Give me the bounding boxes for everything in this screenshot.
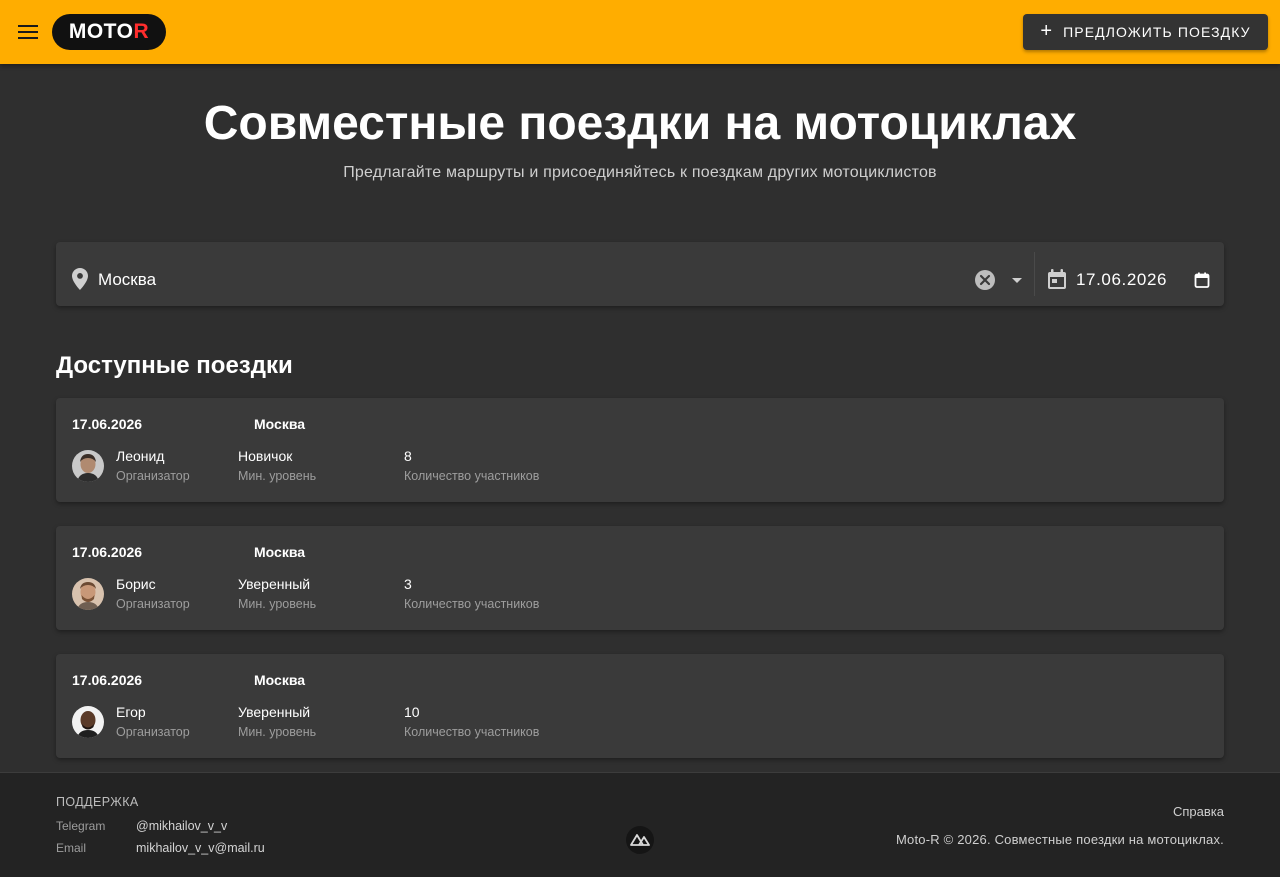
min-level-label: Мин. уровень bbox=[238, 725, 317, 739]
search-filter-bar bbox=[56, 242, 1224, 306]
trip-card[interactable]: 17.06.2026 Москва Борис Организатор Увер… bbox=[56, 526, 1224, 630]
avatar bbox=[72, 578, 104, 610]
footer: ПОДДЕРЖКА Telegram @mikhailov_v_v Email … bbox=[0, 772, 1280, 877]
clear-icon[interactable] bbox=[974, 269, 996, 291]
plus-icon: + bbox=[1040, 20, 1054, 42]
support-title: ПОДДЕРЖКА bbox=[56, 795, 139, 809]
min-level-label: Мин. уровень bbox=[238, 597, 317, 611]
calendar-icon bbox=[1048, 269, 1066, 289]
email-link[interactable]: mikhailov_v_v@mail.ru bbox=[136, 841, 265, 855]
trip-city: Москва bbox=[254, 544, 306, 560]
trip-card[interactable]: 17.06.2026 Москва Егор Организатор Увере… bbox=[56, 654, 1224, 758]
organizer-label: Организатор bbox=[116, 597, 190, 611]
participants-label: Количество участников bbox=[404, 469, 540, 483]
organizer-name: Леонид bbox=[116, 448, 165, 464]
min-level-label: Мин. уровень bbox=[238, 469, 317, 483]
trip-date: 17.06.2026 bbox=[72, 672, 143, 688]
offer-trip-button-label: ПРЕДЛОЖИТЬ ПОЕЗДКУ bbox=[1063, 24, 1251, 40]
trip-card[interactable]: 17.06.2026 Москва Леонид Организатор Нов… bbox=[56, 398, 1224, 502]
email-label: Email bbox=[56, 841, 87, 855]
copyright-text: Moto-R © 2026. Совместные поездки на мот… bbox=[896, 832, 1224, 847]
page-title: Совместные поездки на мотоциклах bbox=[203, 97, 1077, 150]
participants-count: 3 bbox=[404, 576, 412, 592]
offer-trip-button[interactable]: + ПРЕДЛОЖИТЬ ПОЕЗДКУ bbox=[1023, 14, 1268, 50]
organizer-name: Егор bbox=[116, 704, 146, 720]
participants-label: Количество участников bbox=[404, 725, 540, 739]
organizer-label: Организатор bbox=[116, 725, 190, 739]
telegram-link[interactable]: @mikhailov_v_v bbox=[136, 819, 227, 833]
date-input[interactable] bbox=[1076, 264, 1196, 296]
avatar bbox=[72, 450, 104, 482]
trip-date: 17.06.2026 bbox=[72, 544, 143, 560]
avatar bbox=[72, 706, 104, 738]
date-picker-icon[interactable] bbox=[1194, 272, 1210, 288]
chevron-down-icon[interactable] bbox=[1010, 276, 1024, 286]
moto-r-logo[interactable]: MOTO R bbox=[52, 14, 166, 50]
trip-city: Москва bbox=[254, 672, 306, 688]
hamburger-menu-icon[interactable] bbox=[12, 16, 44, 48]
divider bbox=[1034, 252, 1035, 296]
organizer-name: Борис bbox=[116, 576, 156, 592]
logo-text: MOTO bbox=[68, 20, 134, 43]
logo-accent-text: R bbox=[133, 20, 150, 43]
trip-city: Москва bbox=[254, 416, 306, 432]
help-link[interactable]: Справка bbox=[1173, 804, 1224, 819]
location-pin-icon bbox=[72, 268, 88, 290]
city-input[interactable] bbox=[98, 262, 958, 298]
min-level-value: Новичок bbox=[238, 448, 293, 464]
section-title: Доступные поездки bbox=[56, 352, 293, 379]
min-level-value: Уверенный bbox=[238, 576, 311, 592]
participants-count: 8 bbox=[404, 448, 412, 464]
page-subtitle: Предлагайте маршруты и присоединяйтесь к… bbox=[343, 164, 937, 181]
telegram-label: Telegram bbox=[56, 819, 106, 833]
organizer-label: Организатор bbox=[116, 469, 190, 483]
trip-date: 17.06.2026 bbox=[72, 416, 143, 432]
top-app-bar: MOTO R + ПРЕДЛОЖИТЬ ПОЕЗДКУ bbox=[0, 0, 1280, 64]
participants-count: 10 bbox=[404, 704, 420, 720]
nuxt-logo-icon[interactable] bbox=[624, 825, 656, 855]
min-level-value: Уверенный bbox=[238, 704, 311, 720]
participants-label: Количество участников bbox=[404, 597, 540, 611]
